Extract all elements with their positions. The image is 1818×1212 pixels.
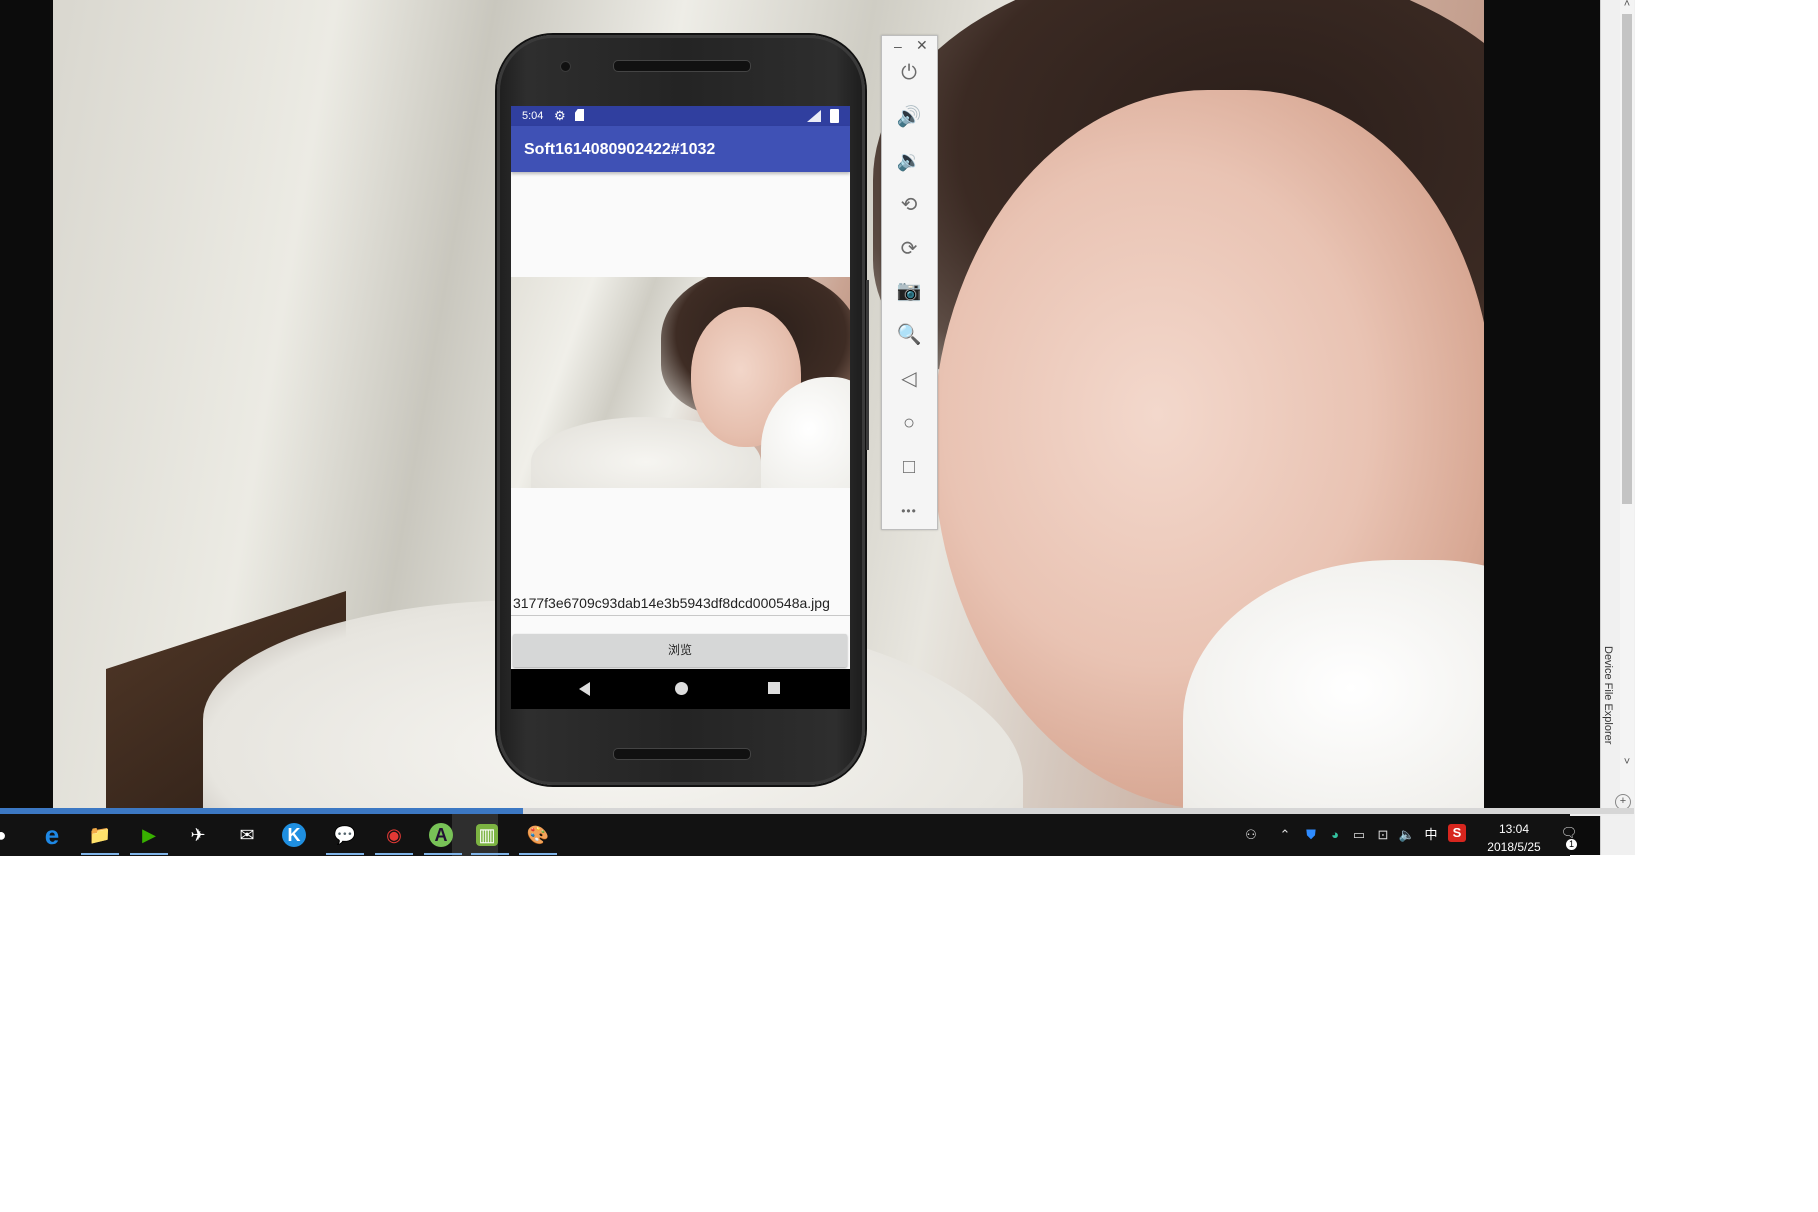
android-nav-bar (511, 669, 850, 709)
ide-scrollbar-thumb[interactable] (1622, 14, 1632, 504)
clock-time[interactable]: 13:04 (1484, 822, 1544, 836)
close-button[interactable]: ✕ (916, 37, 928, 54)
power-icon[interactable]: ⏻ (894, 58, 924, 88)
ime-indicator[interactable]: 中 (1422, 826, 1440, 844)
nav-back-icon[interactable] (579, 682, 590, 696)
running-app-indicator (326, 853, 364, 855)
desktop-edge-left (0, 0, 53, 855)
phone-side-button (866, 280, 869, 450)
running-app-indicator (471, 853, 509, 855)
mail-app-icon[interactable]: ✈ (184, 821, 212, 849)
nav-home-icon[interactable] (675, 682, 688, 695)
emulator-toolbar: – ✕ ⏻ 🔊 🔉 ⟲ ⟳ 📷 🔍 ◁ ○ □ ••• (881, 35, 938, 530)
app-bar: Soft1614080902422#1032 (511, 126, 850, 172)
android-studio-icon[interactable]: A (429, 823, 453, 847)
zoom-icon[interactable]: 🔍 (894, 320, 924, 350)
rotate-left-icon[interactable]: ⟲ (894, 190, 924, 220)
volume-up-icon[interactable]: 🔊 (894, 102, 924, 132)
volume-icon[interactable]: 🔈 (1398, 826, 1416, 844)
security-shield-icon[interactable]: ⛊ (1302, 826, 1320, 844)
show-hidden-icons-icon[interactable]: ⌃ (1276, 826, 1294, 844)
desktop-edge-right (1484, 0, 1600, 855)
running-app-indicator (424, 853, 462, 855)
scroll-down-arrow-icon[interactable]: ˅ (1619, 756, 1635, 770)
signal-icon (807, 110, 821, 122)
chrome-icon[interactable]: ◉ (380, 821, 408, 849)
battery-tray-icon[interactable]: ▭ (1350, 826, 1368, 844)
phone-camera (560, 61, 571, 72)
paint-icon[interactable]: 🎨 (524, 821, 552, 849)
filename-input[interactable]: 3177f3e6709c93dab14e3b5943df8dcd000548a.… (511, 592, 850, 616)
mail-icon[interactable]: ✉ (233, 821, 261, 849)
network-app-icon[interactable]: ◕ (1326, 826, 1344, 844)
status-time: 5:04 (522, 110, 544, 122)
phone-screen: 5:04 ⚙ Soft1614080902422#1032 3177f3e670… (511, 106, 850, 709)
overview-icon[interactable]: □ (894, 452, 924, 482)
emulator-icon[interactable]: ▥ (476, 824, 498, 846)
phone-speaker-bottom (613, 748, 751, 760)
scroll-up-arrow-icon[interactable]: ˄ (1619, 0, 1635, 12)
nav-recents-icon[interactable] (768, 682, 780, 694)
more-icon[interactable]: ••• (894, 496, 924, 526)
minimize-button[interactable]: – (894, 38, 902, 54)
app-title: Soft1614080902422#1032 (524, 141, 716, 158)
phone-speaker-top (613, 60, 751, 72)
battery-icon (830, 109, 839, 123)
running-app-indicator (81, 853, 119, 855)
running-app-indicator (130, 853, 168, 855)
android-status-bar: 5:04 ⚙ (511, 106, 850, 126)
gear-icon: ⚙ (554, 108, 566, 123)
media-player-icon[interactable]: ▶ (135, 821, 163, 849)
running-app-indicator (375, 853, 413, 855)
file-explorer-icon[interactable]: 📁 (86, 821, 114, 849)
browse-button[interactable]: 浏览 (513, 634, 847, 667)
sd-card-icon (575, 109, 584, 121)
volume-down-icon[interactable]: 🔉 (894, 146, 924, 176)
wechat-icon[interactable]: 💬 (331, 821, 359, 849)
network-icon[interactable]: ⊡ (1374, 826, 1392, 844)
home-icon[interactable]: ○ (894, 408, 924, 438)
windows-taskbar: ● e 📁 ▶ ✈ ✉ K 💬 ◉ A ▥ 🎨 ⚇ ⌃ ⛊ ◕ ▭ ⊡ 🔈 中 S 13:04 20… (0, 814, 1577, 856)
image-preview (511, 277, 850, 488)
sogou-ime-icon[interactable]: S (1448, 824, 1466, 842)
back-icon[interactable]: ◁ (894, 364, 924, 394)
k-app-icon[interactable]: K (282, 823, 306, 847)
running-app-indicator (519, 853, 557, 855)
edge-icon[interactable]: e (38, 821, 66, 849)
cortana-icon[interactable]: ● (0, 821, 8, 849)
device-file-explorer-tab[interactable]: Device File Explorer (1594, 646, 1614, 766)
notification-count-badge: 1 (1566, 839, 1577, 850)
camera-icon[interactable]: 📷 (894, 276, 924, 306)
clock-date[interactable]: 2018/5/25 (1475, 840, 1553, 854)
rotate-right-icon[interactable]: ⟳ (894, 234, 924, 264)
people-icon[interactable]: ⚇ (1242, 826, 1260, 844)
